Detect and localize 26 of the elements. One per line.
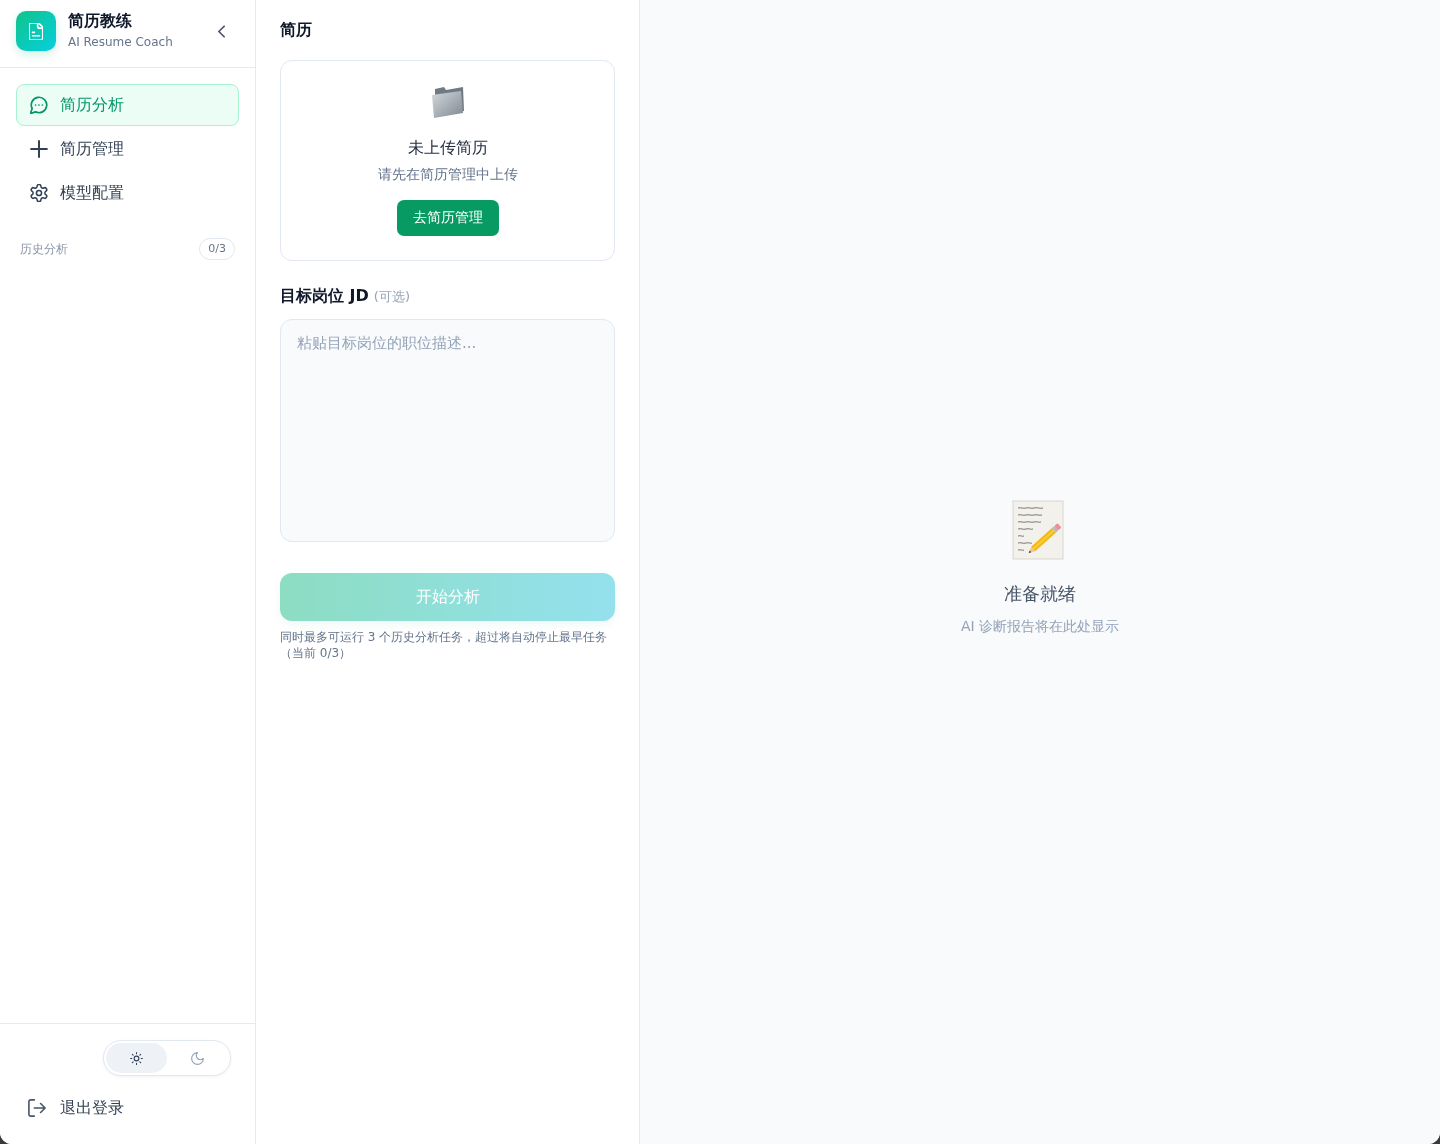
plus-icon xyxy=(30,140,48,158)
theme-option[interactable] xyxy=(106,1043,167,1073)
nav-item[interactable]: 模型配置 xyxy=(16,172,239,214)
resume-section-title: 简历 xyxy=(280,19,313,41)
report-empty-title: 准备就绪 xyxy=(1004,582,1076,606)
app-subtitle: AI Resume Coach xyxy=(68,34,173,50)
empty-state-hint: 请先在简历管理中上传 xyxy=(377,165,518,184)
document-icon xyxy=(16,11,56,51)
chat-bubble-icon xyxy=(30,96,48,114)
empty-state-title: 未上传简历 xyxy=(407,137,488,159)
optional-hint: (可选) xyxy=(373,288,410,306)
logout-button[interactable]: 退出登录 xyxy=(16,1088,136,1128)
history-label: 历史分析 xyxy=(20,240,68,258)
report-empty-hint: AI 诊断报告将在此处显示 xyxy=(960,617,1120,636)
jd-input-field[interactable]: 粘贴目标岗位的职位描述... xyxy=(280,319,615,542)
app-title: 简历教练 xyxy=(68,10,133,32)
jd-label: 目标岗位 JD xyxy=(280,285,369,307)
chevron-left-icon xyxy=(217,24,225,38)
nav-item[interactable]: 简历分析 xyxy=(16,84,239,126)
go-to-resume-management-button[interactable]: 去简历管理 xyxy=(396,200,499,236)
nav-item[interactable]: 简历管理 xyxy=(16,128,239,170)
task-limit-note: 同时最多可运行 3 个历史分析任务，超过将自动停止最早任务（当前 0/3） xyxy=(280,629,609,661)
settings-icon xyxy=(30,184,48,202)
moon-icon xyxy=(191,1051,204,1065)
logout-icon xyxy=(28,1099,46,1117)
sun-icon xyxy=(130,1051,143,1065)
